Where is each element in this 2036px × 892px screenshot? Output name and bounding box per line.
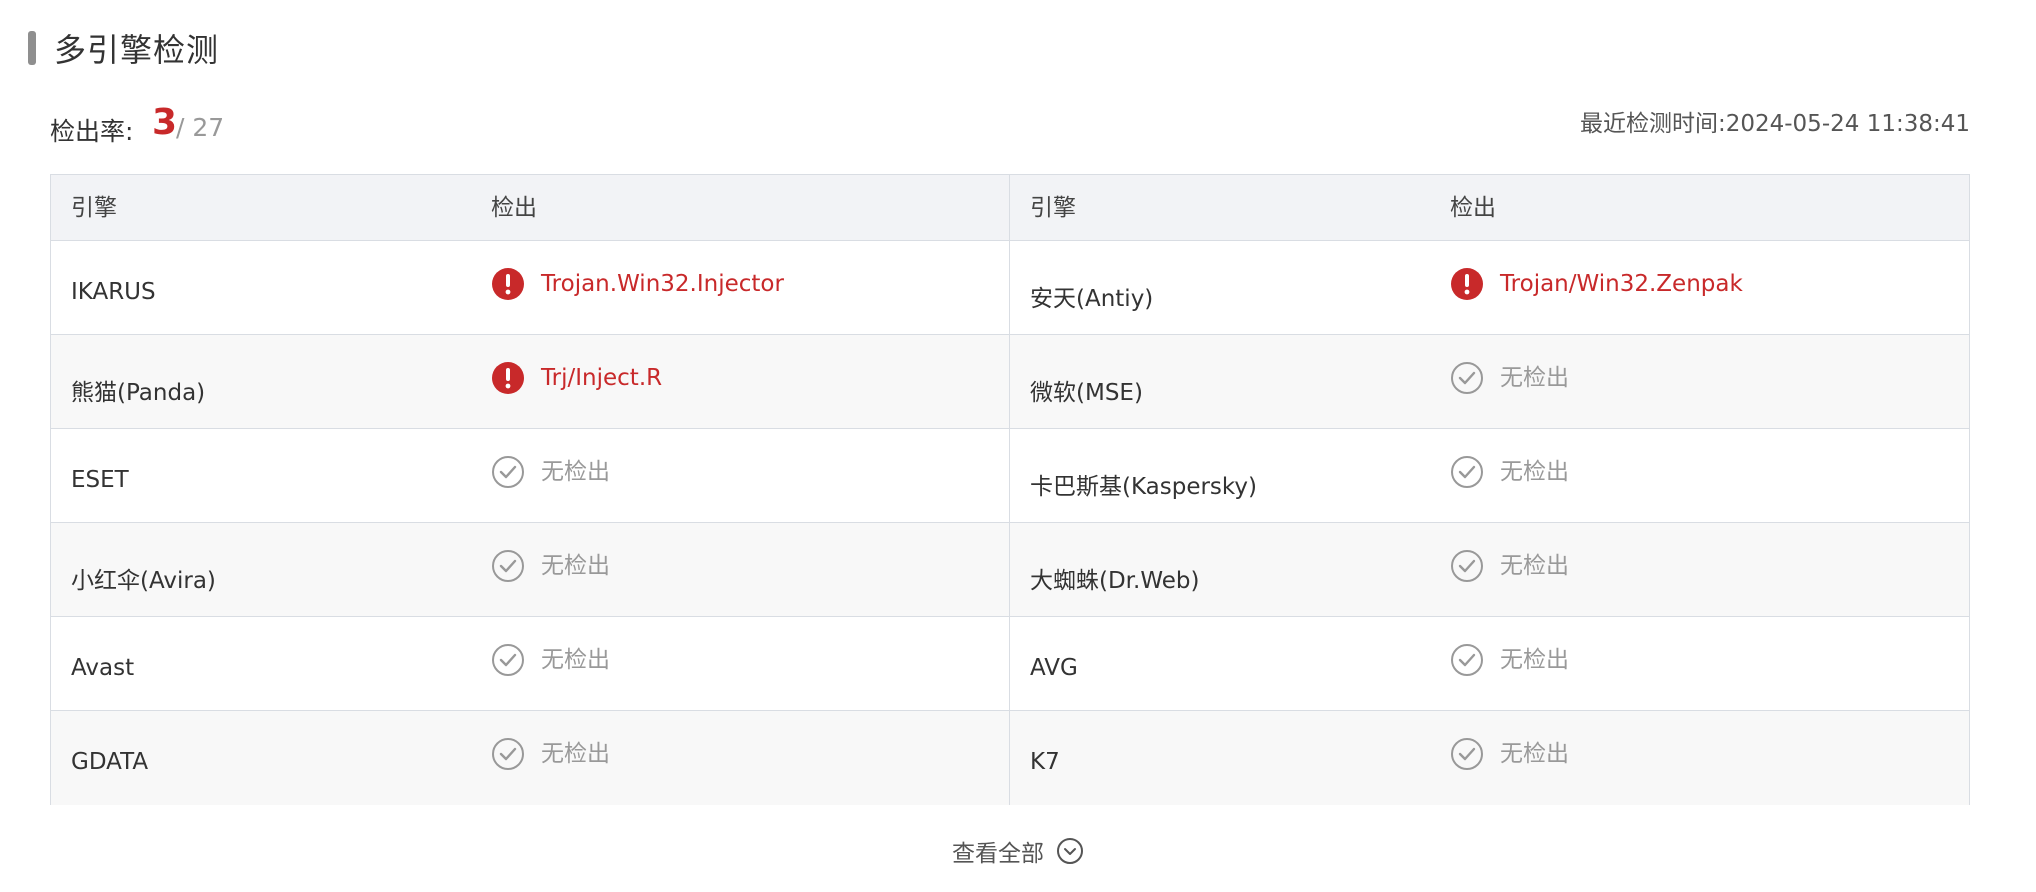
table-row: 熊猫(Panda) Trj/Inject.R 微软(MSE) 无检出 [51, 335, 1969, 429]
table-row: Avast 无检出 AVG 无检出 [51, 617, 1969, 711]
no-detection-label: 无检出 [1500, 553, 1569, 579]
table-body: IKARUS Trojan.Win32.Injector 安天(Antiy) Troj… [51, 241, 1969, 805]
engine-entry: K7 无检出 [1010, 711, 1969, 805]
check-circle-icon [492, 738, 524, 770]
engine-entry: 安天(Antiy) Trojan/Win32.Zenpak [1010, 241, 1969, 334]
no-detection-label: 无检出 [1500, 459, 1569, 485]
detection-result: 无检出 [491, 429, 1009, 522]
view-all-label: 查看全部 [952, 841, 1044, 867]
detection-name: Trojan/Win32.Zenpak [1500, 271, 1743, 297]
check-circle-icon [1451, 550, 1483, 582]
table-row: IKARUS Trojan.Win32.Injector 安天(Antiy) Troj… [51, 241, 1969, 335]
engine-entry: AVG 无检出 [1010, 617, 1969, 710]
detection-result: 无检出 [1450, 711, 1969, 805]
no-detection-label: 无检出 [1500, 365, 1569, 391]
check-circle-icon [1451, 456, 1483, 488]
detection-rate-row: 检出率: 3 / 27 最近检测时间:2024-05-24 11:38:41 [50, 100, 1970, 150]
alert-circle-icon [492, 268, 524, 300]
engine-name: 微软(MSE) [1030, 380, 1143, 406]
engine-entry: 卡巴斯基(Kaspersky) 无检出 [1010, 429, 1969, 522]
engine-name: ESET [71, 467, 129, 493]
section-header: 多引擎检测 [28, 26, 219, 70]
detection-result: 无检出 [491, 617, 1009, 710]
engine-entry: GDATA 无检出 [51, 711, 1010, 805]
engine-name: 安天(Antiy) [1030, 286, 1154, 312]
detection-result: 无检出 [1450, 523, 1969, 616]
detection-result: 无检出 [1450, 617, 1969, 710]
engine-name: GDATA [71, 749, 149, 775]
engine-entry: ESET 无检出 [51, 429, 1010, 522]
detection-rate-hit-count: 3 [152, 102, 178, 143]
table-header: 引擎 检出 引擎 检出 [51, 175, 1969, 241]
column-header-result: 检出 [1450, 195, 1496, 221]
no-detection-label: 无检出 [1500, 741, 1569, 767]
no-detection-label: 无检出 [541, 647, 610, 673]
alert-circle-icon [1451, 268, 1483, 300]
engine-name: K7 [1030, 749, 1060, 775]
chevron-down-circle-icon [1057, 838, 1083, 864]
engine-name: 卡巴斯基(Kaspersky) [1030, 474, 1258, 500]
engine-name: 小红伞(Avira) [71, 568, 216, 594]
engine-name: IKARUS [71, 279, 156, 305]
check-circle-icon [492, 644, 524, 676]
last-check-time: 最近检测时间:2024-05-24 11:38:41 [1579, 111, 1970, 137]
detection-rate-total: / 27 [176, 113, 225, 142]
engine-entry: IKARUS Trojan.Win32.Injector [51, 241, 1010, 334]
section-title: 多引擎检测 [54, 31, 220, 69]
no-detection-label: 无检出 [541, 741, 610, 767]
table-row: GDATA 无检出 K7 无检出 [51, 711, 1969, 805]
view-all-button[interactable]: 查看全部 [952, 834, 1084, 868]
engine-name: 熊猫(Panda) [71, 380, 206, 406]
check-circle-icon [1451, 738, 1483, 770]
engine-name: Avast [71, 655, 135, 681]
detection-result: 无检出 [491, 523, 1009, 616]
detection-name: Trojan.Win32.Injector [541, 271, 784, 297]
detection-result: 无检出 [1450, 429, 1969, 522]
detection-result: Trojan/Win32.Zenpak [1450, 241, 1969, 334]
column-header-engine: 引擎 [71, 195, 117, 221]
no-detection-label: 无检出 [1500, 647, 1569, 673]
engine-name: 大蜘蛛(Dr.Web) [1030, 568, 1200, 594]
no-detection-label: 无检出 [541, 553, 610, 579]
engine-results-table: 引擎 检出 引擎 检出 IKARUS Trojan.Win32.Injector 安… [50, 174, 1970, 805]
engine-entry: 小红伞(Avira) 无检出 [51, 523, 1010, 616]
engine-entry: Avast 无检出 [51, 617, 1010, 710]
view-all-container: 查看全部 [0, 834, 2036, 868]
detection-result: 无检出 [1450, 335, 1969, 428]
detection-rate-label: 检出率: [50, 117, 134, 146]
table-row: ESET 无检出 卡巴斯基(Kaspersky) 无检出 [51, 429, 1969, 523]
engine-entry: 大蜘蛛(Dr.Web) 无检出 [1010, 523, 1969, 616]
check-circle-icon [1451, 644, 1483, 676]
engine-entry: 微软(MSE) 无检出 [1010, 335, 1969, 428]
check-circle-icon [492, 456, 524, 488]
detection-result: Trj/Inject.R [491, 335, 1009, 428]
detection-result: Trojan.Win32.Injector [491, 241, 1009, 334]
check-circle-icon [1451, 362, 1483, 394]
check-circle-icon [492, 550, 524, 582]
no-detection-label: 无检出 [541, 459, 610, 485]
alert-circle-icon [492, 362, 524, 394]
engine-entry: 熊猫(Panda) Trj/Inject.R [51, 335, 1010, 428]
table-row: 小红伞(Avira) 无检出 大蜘蛛(Dr.Web) 无检出 [51, 523, 1969, 617]
detection-name: Trj/Inject.R [541, 365, 663, 391]
engine-name: AVG [1030, 655, 1078, 681]
section-title-bar [28, 31, 36, 65]
column-header-result: 检出 [491, 195, 537, 221]
column-header-engine: 引擎 [1030, 195, 1076, 221]
detection-result: 无检出 [491, 711, 1009, 805]
